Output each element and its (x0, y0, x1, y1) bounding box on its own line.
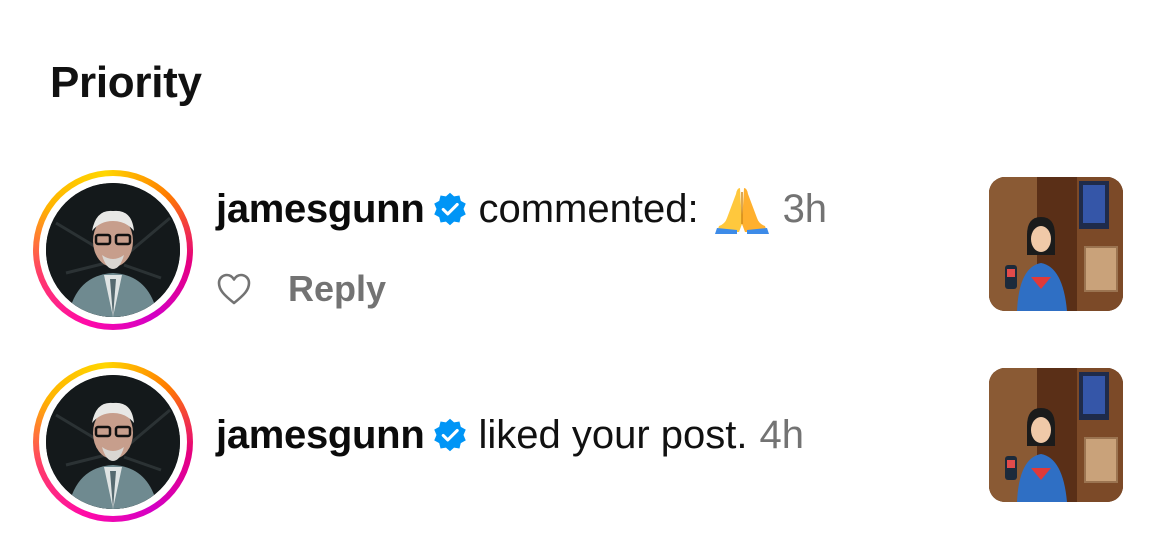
like-heart-icon[interactable] (216, 272, 252, 306)
notification-action-text: liked your post. (478, 412, 748, 457)
folded-hands-emoji-icon (714, 188, 769, 234)
verified-badge-icon (434, 192, 467, 226)
post-thumbnail[interactable] (989, 177, 1123, 311)
avatar-photo (46, 375, 180, 509)
reply-button[interactable]: Reply (288, 268, 386, 310)
verified-badge-icon (434, 418, 467, 452)
timestamp: 4h (759, 412, 804, 457)
avatar (46, 375, 180, 509)
username-link[interactable]: jamesgunn (216, 187, 425, 232)
notification-action-text: commented: (478, 186, 699, 231)
section-title: Priority (50, 58, 202, 107)
avatar (46, 183, 180, 317)
avatar-photo (46, 183, 180, 317)
story-ring-avatar[interactable] (33, 170, 193, 330)
story-ring-avatar[interactable] (33, 362, 193, 522)
post-thumbnail-photo (989, 368, 1123, 502)
notification-row-like[interactable]: jamesgunn liked your post. 4h (0, 362, 1170, 532)
username-link[interactable]: jamesgunn (216, 413, 425, 458)
notification-row-comment[interactable]: jamesgunn commented: 3h Reply (0, 170, 1170, 340)
post-thumbnail-photo (989, 177, 1123, 311)
timestamp: 3h (782, 186, 828, 231)
post-thumbnail[interactable] (989, 368, 1123, 502)
